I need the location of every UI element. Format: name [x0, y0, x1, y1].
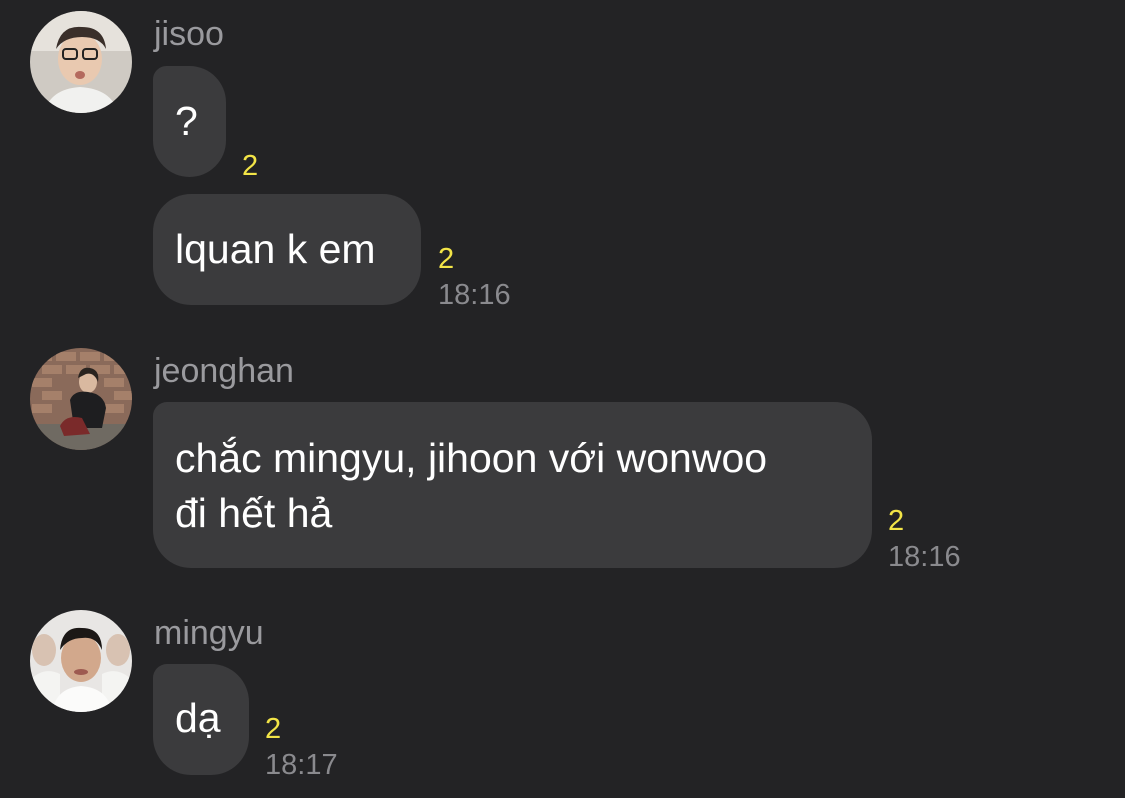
profile-photo-icon	[30, 348, 132, 450]
avatar-jisoo[interactable]	[30, 11, 132, 113]
message-time: 18:17	[265, 749, 338, 781]
message-bubble[interactable]: lquan k em	[153, 194, 421, 305]
message-bubble[interactable]: dạ	[153, 664, 249, 775]
message-time: 18:16	[888, 541, 961, 573]
message-text: lquan k em	[175, 226, 376, 272]
unread-count: 2	[265, 713, 282, 745]
message-text: chắc mingyu, jihoon với wonwoo đi hết hả	[175, 435, 768, 536]
profile-photo-icon	[30, 610, 132, 712]
sender-name: jisoo	[154, 15, 224, 53]
profile-photo-icon	[30, 11, 132, 113]
message-time: 18:16	[438, 279, 511, 311]
unread-count: 2	[888, 505, 905, 537]
unread-count: 2	[242, 150, 259, 182]
sender-name: mingyu	[154, 614, 264, 652]
message-text: ?	[175, 98, 198, 144]
avatar-jeonghan[interactable]	[30, 348, 132, 450]
sender-name: jeonghan	[154, 352, 294, 390]
unread-count: 2	[438, 243, 455, 275]
message-bubble[interactable]: ?	[153, 66, 226, 177]
avatar-mingyu[interactable]	[30, 610, 132, 712]
message-text: dạ	[175, 695, 221, 741]
message-bubble[interactable]: chắc mingyu, jihoon với wonwoo đi hết hả	[153, 402, 872, 568]
